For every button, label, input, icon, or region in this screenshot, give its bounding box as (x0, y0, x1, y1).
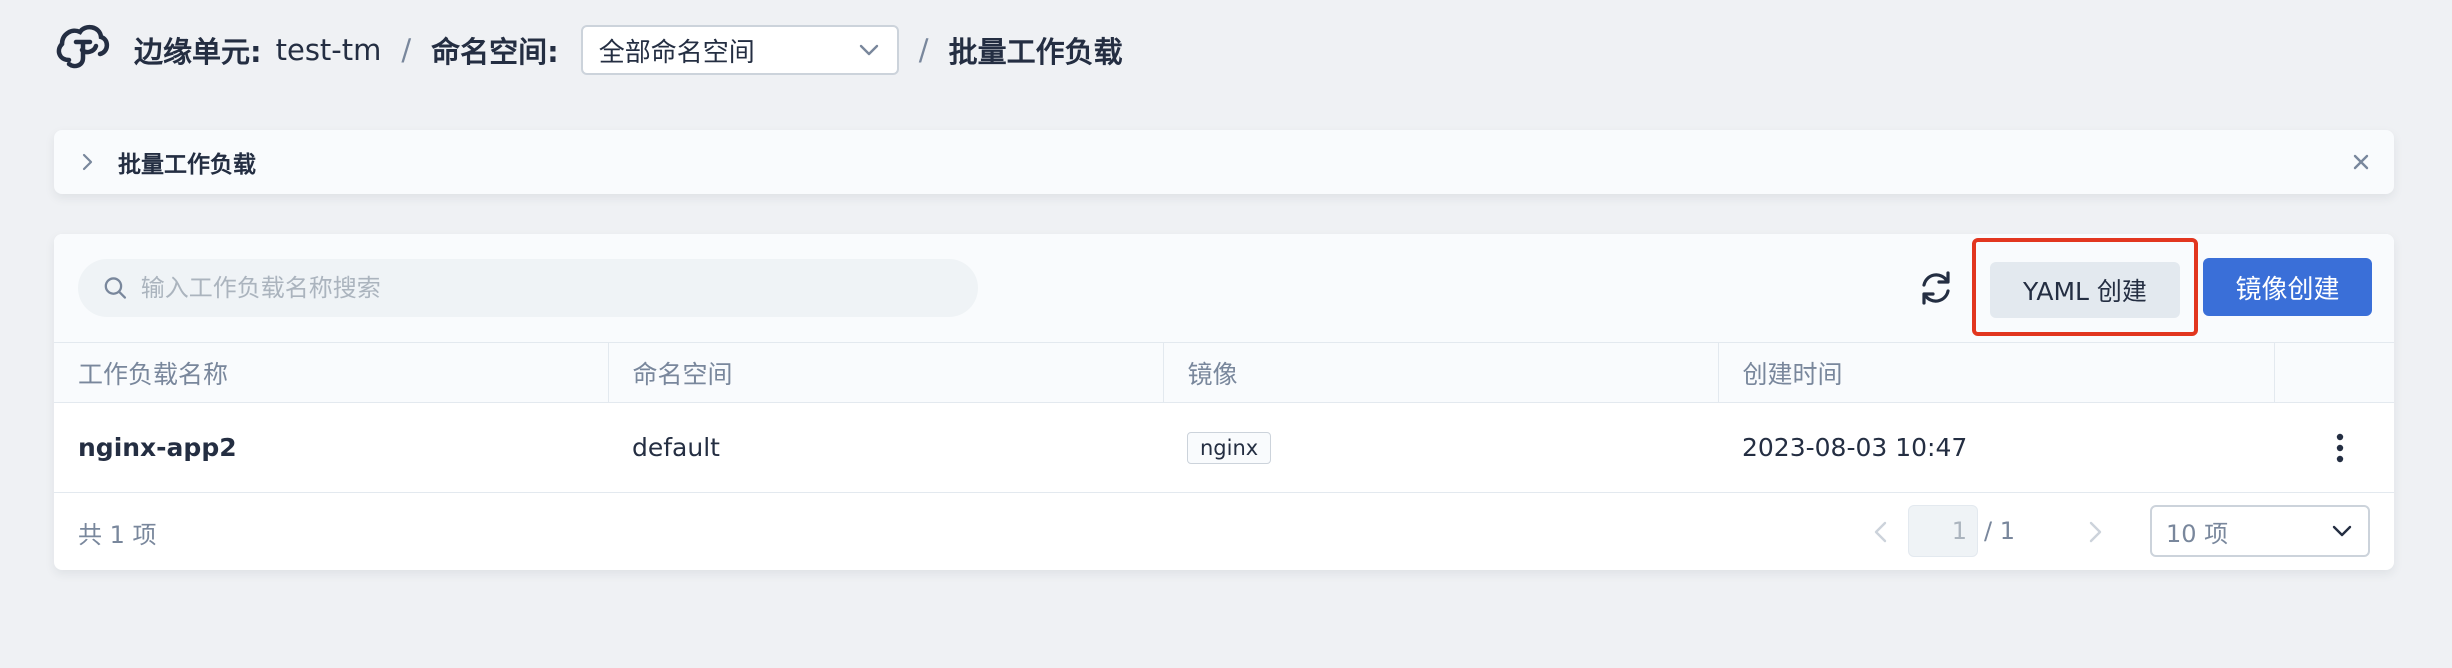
namespace-select[interactable]: 全部命名空间 (580, 25, 899, 75)
table-row[interactable]: nginx-app2 default nginx 2023-08-03 10:4… (54, 402, 2394, 493)
edge-unit-label: 边缘单元: (134, 35, 262, 69)
workload-image-cell: nginx (1163, 403, 1718, 493)
page-size-select[interactable]: 10 项 (2150, 505, 2370, 557)
workload-namespace: default (632, 433, 720, 462)
close-icon[interactable] (2350, 151, 2372, 173)
table-footer: 共 1 项 1 / 1 10 项 (54, 493, 2394, 570)
highlight-box: YAML 创建 (1972, 238, 2198, 336)
chevron-down-icon (2332, 525, 2352, 537)
info-banner[interactable]: 批量工作负载 (54, 130, 2394, 194)
row-actions-cell (2274, 403, 2394, 493)
search-input[interactable] (140, 274, 954, 302)
more-vertical-icon[interactable] (2320, 428, 2360, 468)
total-count: 共 1 项 (78, 520, 157, 549)
namespace-selected-value: 全部命名空间 (598, 37, 755, 68)
cloud-logo-icon (56, 24, 110, 69)
page-number-input[interactable]: 1 (1908, 505, 1978, 557)
edge-unit-value[interactable]: test-tm (276, 33, 382, 67)
banner-title: 批量工作负载 (118, 152, 256, 178)
yaml-create-button[interactable]: YAML 创建 (1990, 262, 2180, 318)
workload-table: 工作负载名称 命名空间 镜像 创建时间 nginx-app2 default n… (54, 342, 2394, 493)
chevron-right-icon[interactable] (2080, 517, 2110, 547)
column-header-name[interactable]: 工作负载名称 (54, 342, 609, 403)
breadcrumb-separator: / (918, 33, 929, 67)
chevron-right-icon[interactable] (76, 151, 98, 173)
image-create-button[interactable]: 镜像创建 (2203, 258, 2372, 316)
column-header-actions (2274, 343, 2394, 403)
search-box[interactable] (78, 259, 978, 317)
chevron-left-icon[interactable] (1866, 517, 1896, 547)
page-size-value: 10 项 (2166, 519, 2229, 548)
workload-created: 2023-08-03 10:47 (1742, 433, 1968, 462)
table-header-row: 工作负载名称 命名空间 镜像 创建时间 (54, 342, 2394, 403)
column-header-image[interactable]: 镜像 (1163, 342, 1719, 403)
column-header-created[interactable]: 创建时间 (1718, 342, 2275, 403)
refresh-icon[interactable] (1916, 268, 1956, 308)
breadcrumb: 边缘单元: test-tm / 命名空间: 全部命名空间 / 批量工作负载 (52, 18, 1123, 82)
page-title: 批量工作负载 (948, 35, 1123, 69)
workload-list-card: YAML 创建 镜像创建 工作负载名称 命名空间 镜像 创建时间 nginx-a… (54, 234, 2394, 570)
toolbar: YAML 创建 镜像创建 (54, 234, 2394, 342)
column-header-namespace[interactable]: 命名空间 (608, 342, 1164, 403)
page-total: / 1 (1984, 517, 2015, 545)
search-icon (104, 277, 127, 299)
chevron-down-icon (859, 44, 878, 56)
image-tag: nginx (1187, 431, 1272, 464)
namespace-label: 命名空间: (431, 35, 559, 69)
workload-name[interactable]: nginx-app2 (54, 403, 608, 493)
breadcrumb-separator: / (401, 33, 412, 67)
